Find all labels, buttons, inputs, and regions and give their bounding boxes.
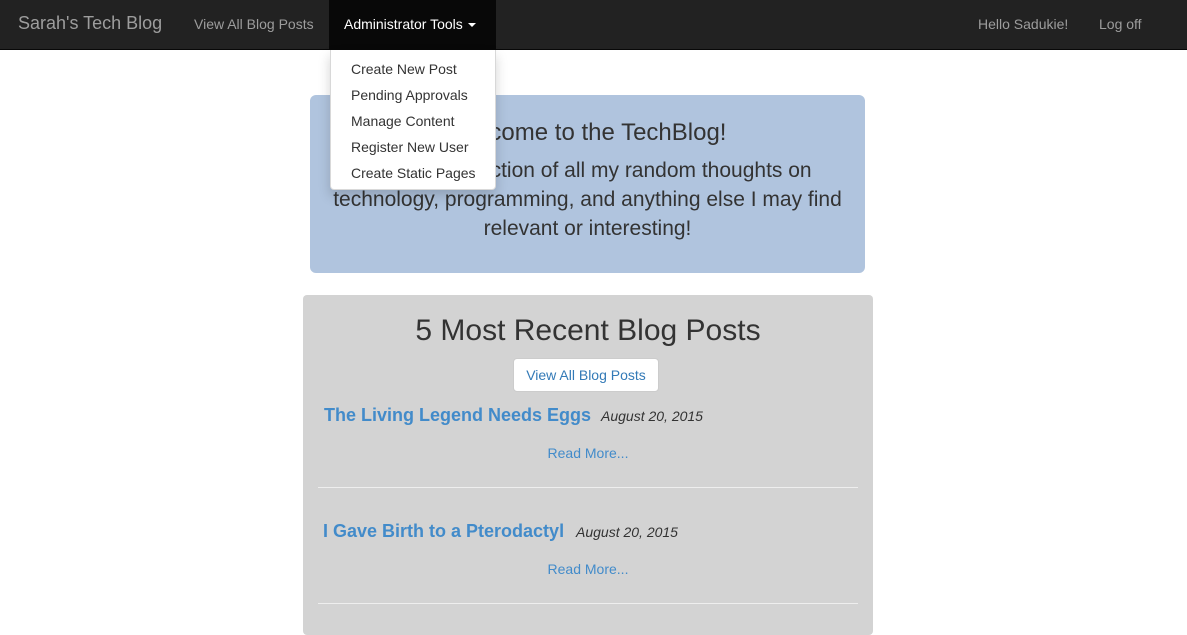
menu-pending-approvals[interactable]: Pending Approvals bbox=[331, 83, 495, 109]
post-title-link[interactable]: The Living Legend Needs Eggs bbox=[324, 405, 591, 426]
menu-register-new-user[interactable]: Register New User bbox=[331, 135, 495, 161]
menu-create-new-post[interactable]: Create New Post bbox=[331, 57, 495, 83]
nav-administrator-tools[interactable]: Administrator Tools bbox=[329, 0, 496, 50]
top-navbar: Sarah's Tech Blog View All Blog Posts Ad… bbox=[0, 0, 1187, 50]
read-more-link[interactable]: Read More... bbox=[303, 445, 873, 461]
brand-link[interactable]: Sarah's Tech Blog bbox=[18, 13, 162, 34]
post-title-link[interactable]: I Gave Birth to a Pterodactyl bbox=[323, 521, 564, 542]
nav-log-off[interactable]: Log off bbox=[1099, 16, 1142, 32]
nav-view-all-posts[interactable]: View All Blog Posts bbox=[194, 16, 314, 32]
admin-tools-dropdown: Create New Post Pending Approvals Manage… bbox=[330, 50, 496, 190]
recent-posts-panel: 5 Most Recent Blog Posts View All Blog P… bbox=[303, 295, 873, 635]
nav-administrator-tools-label: Administrator Tools bbox=[344, 16, 463, 32]
menu-create-static-pages[interactable]: Create Static Pages bbox=[331, 161, 495, 187]
view-all-posts-button[interactable]: View All Blog Posts bbox=[513, 358, 659, 392]
menu-manage-content[interactable]: Manage Content bbox=[331, 109, 495, 135]
read-more-link[interactable]: Read More... bbox=[303, 561, 873, 577]
post-divider bbox=[318, 487, 858, 488]
post-divider bbox=[318, 603, 858, 604]
post-date: August 20, 2015 bbox=[576, 524, 678, 540]
recent-posts-title: 5 Most Recent Blog Posts bbox=[415, 314, 761, 347]
post-date: August 20, 2015 bbox=[601, 408, 703, 424]
caret-down-icon bbox=[467, 23, 476, 28]
nav-greeting[interactable]: Hello Sadukie! bbox=[978, 16, 1068, 32]
